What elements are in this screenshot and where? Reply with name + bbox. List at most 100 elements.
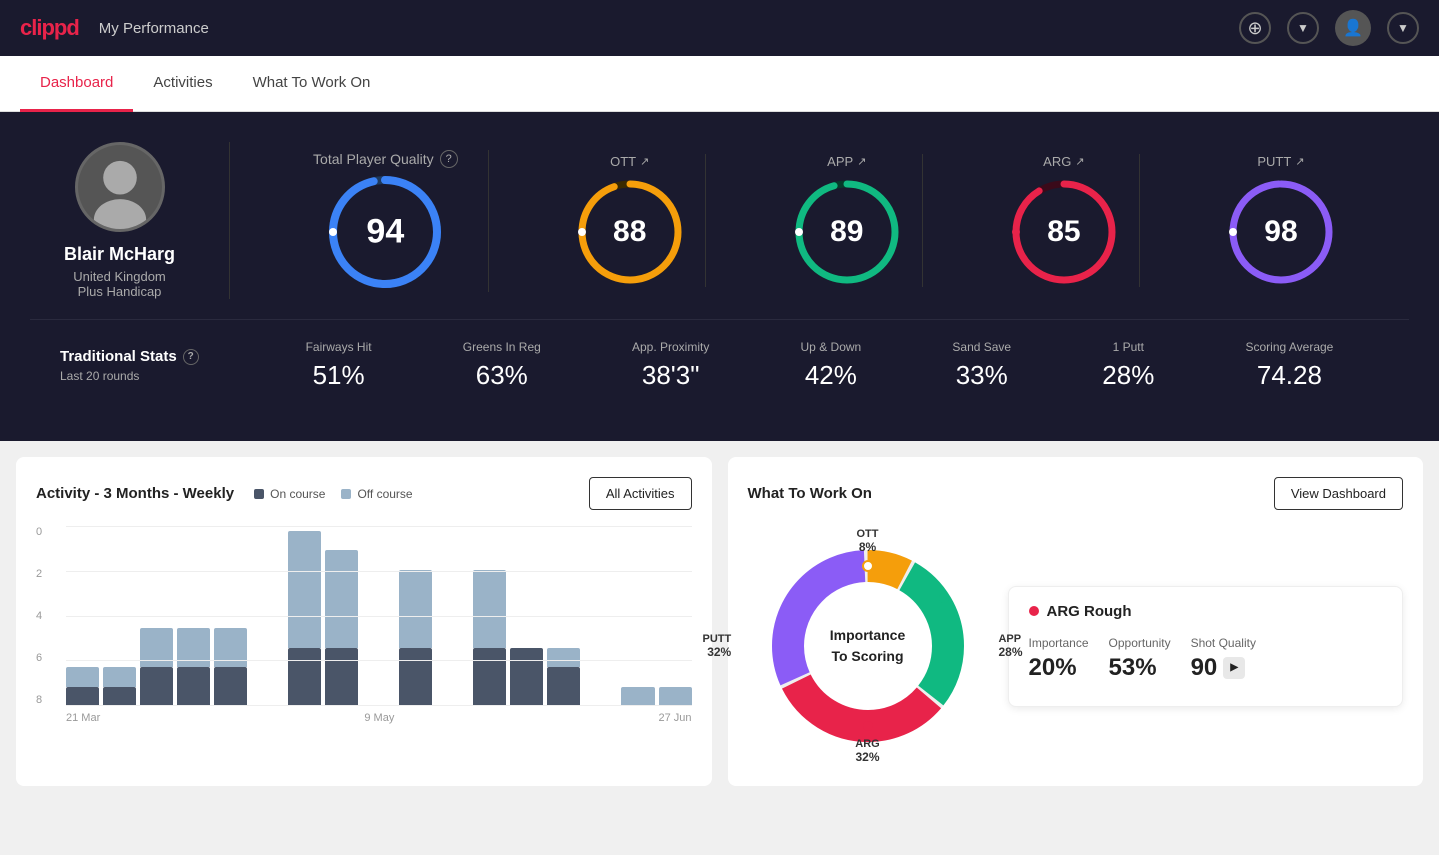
shot-quality-value: 90 ▶	[1191, 654, 1256, 682]
bar-group	[140, 628, 173, 706]
bar-stack	[621, 687, 654, 706]
player-name: Blair McHarg	[64, 244, 175, 265]
ott-label: OTT ↗	[610, 154, 649, 169]
bar-off-course	[621, 687, 654, 706]
stat-items: Fairways Hit 51% Greens In Reg 63% App. …	[260, 340, 1379, 391]
bar-group	[103, 667, 136, 706]
bar-stack	[399, 570, 432, 706]
nav-title: My Performance	[99, 20, 209, 37]
bar-on-course	[399, 648, 432, 706]
trad-subtitle: Last 20 rounds	[60, 369, 230, 383]
bar-on-course	[177, 667, 210, 706]
bar-group	[399, 570, 432, 706]
bar-off-course	[177, 628, 210, 667]
highlight-card: ARG Rough Importance 20% Opportunity 53%…	[1008, 586, 1404, 707]
bar-on-course	[288, 648, 321, 706]
view-dashboard-button[interactable]: View Dashboard	[1274, 477, 1403, 510]
hero-section: Blair McHarg United Kingdom Plus Handica…	[0, 112, 1439, 441]
bar-group	[288, 531, 321, 706]
chevron-down-icon[interactable]: ▼	[1287, 12, 1319, 44]
putt-label: PUTT ↗	[1257, 154, 1304, 169]
putt-segment-label: PUTT32%	[703, 633, 732, 659]
info-icon[interactable]: ?	[440, 150, 458, 168]
bar-group	[473, 570, 506, 706]
bar-group	[621, 687, 654, 706]
stat-1putt: 1 Putt 28%	[1102, 340, 1154, 391]
bar-stack	[473, 570, 506, 706]
work-card-header: What To Work On View Dashboard	[748, 477, 1404, 510]
chevron-down-icon-2[interactable]: ▼	[1387, 12, 1419, 44]
arg-trend-icon: ↗	[1075, 155, 1084, 168]
add-button[interactable]: ⊕	[1239, 12, 1271, 44]
opportunity-metric: Opportunity 53%	[1109, 636, 1171, 682]
highlight-card-title: ARG Rough	[1029, 603, 1383, 620]
chart-area: 8 6 4 2 0	[36, 526, 692, 706]
arg-label: ARG ↗	[1043, 154, 1084, 169]
player-avatar	[75, 142, 165, 232]
stat-value: 42%	[801, 360, 862, 391]
tab-what-to-work-on[interactable]: What To Work On	[233, 56, 391, 112]
bar-group	[325, 550, 358, 706]
player-handicap: Plus Handicap	[78, 284, 162, 299]
grid-line	[66, 571, 692, 572]
total-circle: 94	[325, 172, 445, 292]
stat-greens: Greens In Reg 63%	[463, 340, 541, 391]
player-info: Blair McHarg United Kingdom Plus Handica…	[30, 142, 230, 299]
stat-scoring: Scoring Average 74.28	[1246, 340, 1334, 391]
ott-circle: 88	[575, 177, 685, 287]
work-card: What To Work On View Dashboard	[728, 457, 1424, 786]
bar-stack	[288, 531, 321, 706]
bar-on-course	[103, 687, 136, 706]
legend-off-course: Off course	[341, 487, 412, 501]
bar-on-course	[325, 648, 358, 706]
x-axis: 21 Mar 9 May 27 Jun	[36, 712, 692, 724]
stat-label: 1 Putt	[1102, 340, 1154, 354]
tab-dashboard[interactable]: Dashboard	[20, 56, 133, 112]
tab-activities[interactable]: Activities	[133, 56, 232, 112]
bar-on-course	[214, 667, 247, 706]
stat-label: Up & Down	[801, 340, 862, 354]
legend-dot-on	[254, 489, 264, 499]
donut-container: ImportanceTo Scoring OTT8% APP28% ARG32%…	[748, 526, 988, 766]
bar-group	[177, 628, 210, 706]
trad-title-box: Traditional Stats ? Last 20 rounds	[60, 348, 260, 383]
app-segment-label: APP28%	[998, 633, 1022, 659]
logo: clippd My Performance	[20, 15, 209, 41]
stat-label: App. Proximity	[632, 340, 709, 354]
tab-bar: Dashboard Activities What To Work On	[0, 56, 1439, 112]
bar-on-course	[140, 667, 173, 706]
bar-on-course	[547, 667, 580, 706]
top-nav: clippd My Performance ⊕ ▼ 👤 ▼	[0, 0, 1439, 56]
score-card-putt: PUTT ↗ 98	[1206, 154, 1356, 287]
arg-value: 85	[1047, 215, 1080, 249]
y-axis: 8 6 4 2 0	[36, 526, 42, 706]
nav-right: ⊕ ▼ 👤 ▼	[1239, 10, 1419, 46]
stat-value: 63%	[463, 360, 541, 391]
stat-value: 33%	[952, 360, 1011, 391]
bar-stack	[66, 667, 99, 706]
all-activities-button[interactable]: All Activities	[589, 477, 692, 510]
bar-on-course	[473, 648, 506, 706]
bar-group	[659, 687, 692, 706]
importance-metric: Importance 20%	[1029, 636, 1089, 682]
app-value: 89	[830, 215, 863, 249]
bar-off-course	[547, 648, 580, 667]
putt-trend-icon: ↗	[1295, 155, 1304, 168]
score-cards: Total Player Quality ? 94 OTT ↗	[230, 150, 1409, 292]
app-circle: 89	[792, 177, 902, 287]
app-trend-icon: ↗	[857, 155, 866, 168]
stat-label: Scoring Average	[1246, 340, 1334, 354]
activity-legend: On course Off course	[254, 487, 413, 501]
trad-info-icon[interactable]: ?	[183, 349, 199, 365]
ott-trend-icon: ↗	[640, 155, 649, 168]
bar-stack	[103, 667, 136, 706]
bar-group	[547, 648, 580, 706]
work-content: ImportanceTo Scoring OTT8% APP28% ARG32%…	[748, 526, 1404, 766]
activity-header-left: Activity - 3 Months - Weekly On course O…	[36, 485, 413, 502]
avatar[interactable]: 👤	[1335, 10, 1371, 46]
total-label: Total Player Quality ?	[313, 150, 458, 168]
bar-stack	[547, 648, 580, 706]
legend-dot-off	[341, 489, 351, 499]
activity-card-header: Activity - 3 Months - Weekly On course O…	[36, 477, 692, 510]
bar-stack	[140, 628, 173, 706]
